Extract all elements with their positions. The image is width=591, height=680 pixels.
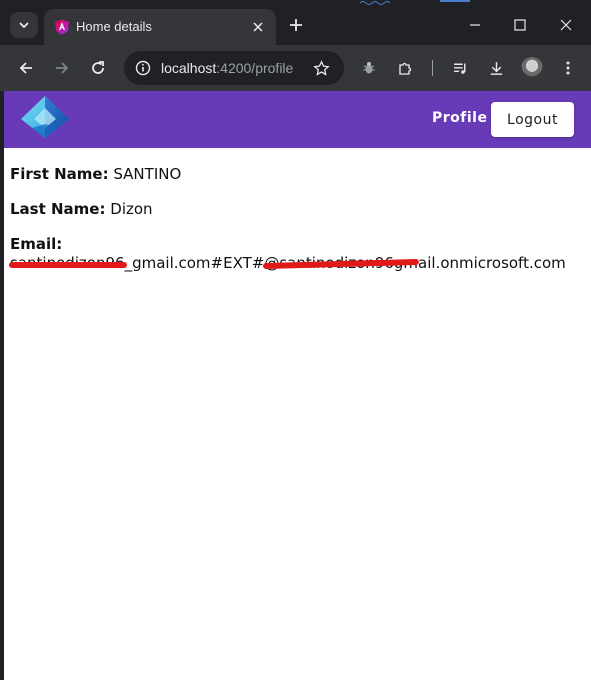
reload-icon <box>92 61 104 74</box>
last-name-row: Last Name: Dizon <box>10 199 153 219</box>
toolbar-separator <box>432 60 433 76</box>
app-header: Profile Logout <box>4 91 591 148</box>
arrow-right-icon <box>56 62 69 74</box>
tab-search-button[interactable] <box>10 12 38 38</box>
forward-button[interactable] <box>50 56 74 80</box>
last-name-value: Dizon <box>110 200 153 218</box>
nav-profile-link[interactable]: Profile <box>432 110 487 126</box>
page-viewport: Profile Logout First Name: SANTINO Last … <box>4 91 591 680</box>
info-icon <box>135 60 151 76</box>
azure-ad-logo[interactable] <box>18 94 72 140</box>
browser-menu-button[interactable] <box>556 56 580 80</box>
downloads-button[interactable] <box>484 56 508 80</box>
first-name-row: First Name: SANTINO <box>10 164 181 184</box>
playlist-icon <box>453 63 465 74</box>
back-button[interactable] <box>14 56 38 80</box>
browser-tab-active[interactable]: Home details <box>44 9 276 45</box>
chevron-down-icon <box>19 22 29 29</box>
tab-title: Home details <box>76 19 152 34</box>
first-name-value: SANTINO <box>113 165 182 183</box>
star-icon <box>312 59 330 76</box>
url-path: :4200/profile <box>216 60 294 76</box>
download-icon <box>490 61 502 75</box>
browser-tabstrip: Home details <box>0 0 591 45</box>
bug-icon <box>363 62 375 74</box>
email-label: Email: <box>10 235 63 253</box>
reload-button[interactable] <box>86 56 110 80</box>
puzzle-icon <box>399 62 412 75</box>
kebab-menu-icon <box>566 61 570 75</box>
first-name-label: First Name: <box>10 165 109 183</box>
arrow-left-icon <box>19 62 32 74</box>
profile-avatar-icon[interactable] <box>521 57 543 79</box>
maximize-button[interactable] <box>509 14 531 36</box>
plus-icon <box>290 19 302 31</box>
email-label-row: Email: <box>10 234 62 254</box>
last-name-label: Last Name: <box>10 200 106 218</box>
site-info-button[interactable] <box>132 57 154 79</box>
close-icon <box>560 19 572 31</box>
background-window-decoration <box>360 0 470 5</box>
extension-button[interactable] <box>357 56 381 80</box>
minimize-icon <box>470 24 480 26</box>
new-tab-button[interactable] <box>285 14 307 36</box>
browser-toolbar: localhost:4200/profile <box>0 45 591 91</box>
tab-close-button[interactable] <box>248 17 268 37</box>
url-host: localhost <box>161 60 217 76</box>
media-controls-button[interactable] <box>448 56 472 80</box>
close-window-button[interactable] <box>555 14 577 36</box>
extensions-menu-button[interactable] <box>394 56 418 80</box>
bookmark-button[interactable] <box>310 57 332 79</box>
maximize-icon <box>514 19 526 31</box>
address-bar[interactable]: localhost:4200/profile <box>124 51 344 85</box>
url-text[interactable]: localhost:4200/profile <box>161 60 293 76</box>
logout-button[interactable]: Logout <box>491 102 574 137</box>
redaction-mark <box>9 262 127 268</box>
minimize-button[interactable] <box>464 14 486 36</box>
angular-icon <box>55 19 69 35</box>
close-icon <box>253 22 263 32</box>
